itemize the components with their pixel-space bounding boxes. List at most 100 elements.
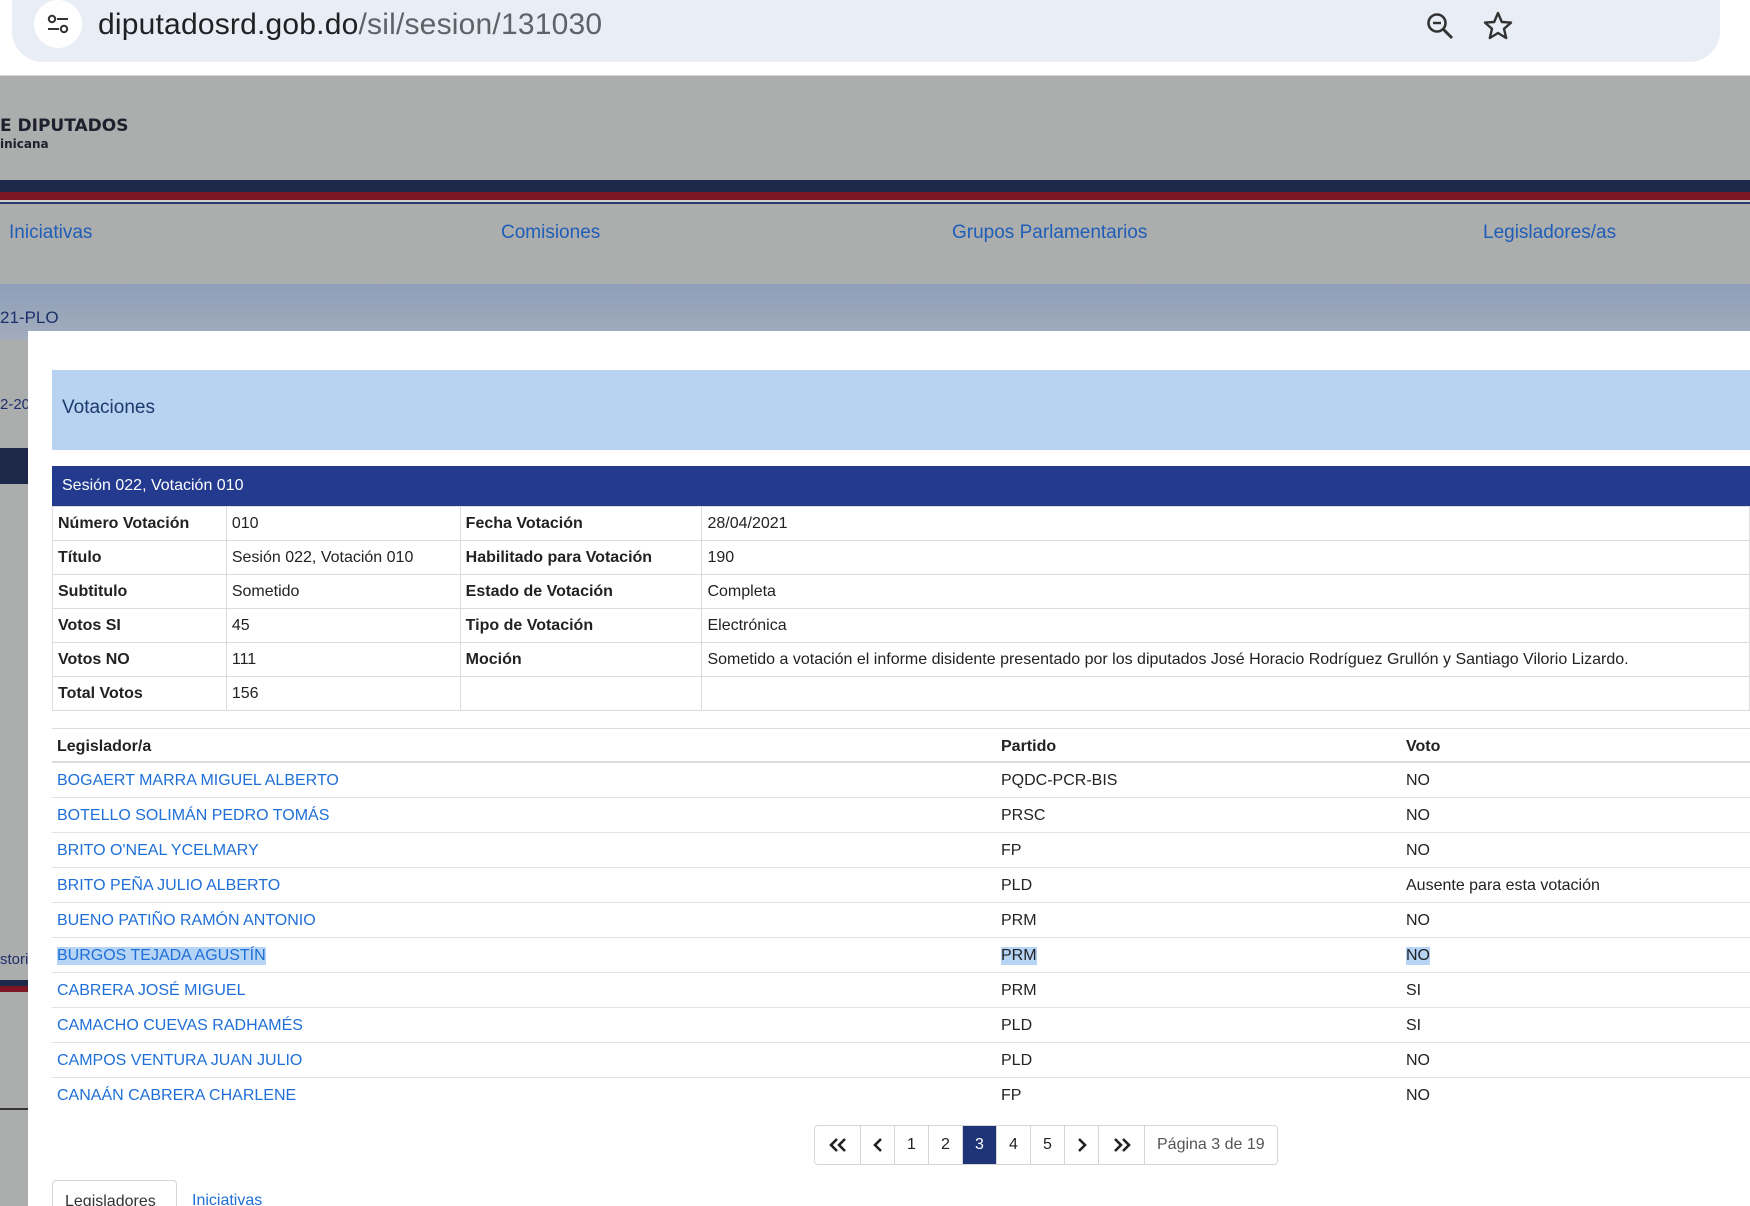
info-empty-cell xyxy=(701,676,1750,711)
info-label: Votos NO xyxy=(52,642,227,677)
party-cell: PRM xyxy=(1001,947,1037,965)
pagination: 1 2 3 4 5 Página 3 de 19 xyxy=(814,1125,1278,1165)
double-chevron-left-icon[interactable] xyxy=(815,1126,861,1164)
party-cell: PLD xyxy=(1001,1017,1033,1034)
info-value: Electrónica xyxy=(701,608,1750,643)
main-nav: Iniciativas Comisiones Grupos Parlamenta… xyxy=(0,204,1750,264)
info-label: Estado de Votación xyxy=(459,574,703,609)
legislator-link[interactable]: CANAÁN CABRERA CHARLENE xyxy=(57,1087,296,1105)
table-row: CABRERA JOSÉ MIGUEL PRM SI xyxy=(52,973,1750,1008)
page-button-1[interactable]: 1 xyxy=(895,1126,929,1164)
vote-cell: NO xyxy=(1406,842,1430,859)
info-empty-cell xyxy=(459,676,703,711)
page-info: Página 3 de 19 xyxy=(1145,1126,1277,1164)
party-cell: FP xyxy=(1001,842,1022,859)
page-button-4[interactable]: 4 xyxy=(997,1126,1031,1164)
vote-cell: NO xyxy=(1406,1087,1430,1104)
info-value: 190 xyxy=(701,540,1750,575)
site-logo[interactable]: E DIPUTADOS inicana xyxy=(0,117,128,153)
legislator-link[interactable]: CABRERA JOSÉ MIGUEL xyxy=(57,982,246,1000)
page-button-current[interactable]: 3 xyxy=(963,1126,997,1164)
info-row: Votos SI 45 Tipo de Votación Electrónica xyxy=(52,608,1750,643)
nav-item-iniciativas[interactable]: Iniciativas xyxy=(9,222,92,244)
legislator-link[interactable]: BRITO PEÑA JULIO ALBERTO xyxy=(57,877,280,895)
url-text[interactable]: diputadosrd.gob.do/sil/sesion/131030 xyxy=(98,8,602,42)
header-legislator: Legislador/a xyxy=(57,738,152,755)
table-row: CANAÁN CABRERA CHARLENE FP NO xyxy=(52,1078,1750,1113)
info-value: Sometido a votación el informe disidente… xyxy=(701,642,1750,677)
party-cell: PRM xyxy=(1001,912,1037,929)
header-stripe-navy xyxy=(0,180,1750,192)
info-row: Título Sesión 022, Votación 010 Habilita… xyxy=(52,540,1750,575)
legislator-link[interactable]: BUENO PATIÑO RAMÓN ANTONIO xyxy=(57,912,316,930)
info-row: Número Votación 010 Fecha Votación 28/04… xyxy=(52,506,1750,541)
legislator-link[interactable]: BRITO O'NEAL YCELMARY xyxy=(57,842,259,860)
vote-cell: NO xyxy=(1406,772,1430,789)
tune-icon[interactable] xyxy=(34,0,82,48)
party-cell: FP xyxy=(1001,1087,1022,1104)
info-label: Votos SI xyxy=(52,608,227,643)
double-chevron-right-icon[interactable] xyxy=(1099,1126,1145,1164)
info-value: 111 xyxy=(225,642,461,677)
vote-cell: SI xyxy=(1406,1017,1422,1034)
votes-section-header: Votaciones xyxy=(52,370,1750,450)
bg-fragment-bar xyxy=(0,448,28,484)
page-button-5[interactable]: 5 xyxy=(1031,1126,1065,1164)
party-cell: PRSC xyxy=(1001,807,1046,824)
info-value: Sometido xyxy=(225,574,461,609)
header-stripe-red xyxy=(0,192,1750,200)
tab-legisladores[interactable]: Legisladores xyxy=(52,1180,177,1206)
info-value: 45 xyxy=(225,608,461,643)
party-cell: PRM xyxy=(1001,982,1037,999)
table-row: BRITO O'NEAL YCELMARY FP NO xyxy=(52,833,1750,868)
legislator-link[interactable]: BOGAERT MARRA MIGUEL ALBERTO xyxy=(57,772,339,790)
zoom-icon[interactable] xyxy=(1420,6,1460,46)
header-vote: Voto xyxy=(1406,738,1441,755)
nav-item-grupos-parlamentarios[interactable]: Grupos Parlamentarios xyxy=(952,222,1147,244)
legislators-table: Legislador/a Partido Voto BOGAERT MARRA … xyxy=(52,728,1750,1113)
bg-fragment-line xyxy=(0,1108,28,1110)
address-bar[interactable]: diputadosrd.gob.do/sil/sesion/131030 xyxy=(12,0,1720,62)
logo-line2: inicana xyxy=(0,137,49,151)
legislator-link[interactable]: BOTELLO SOLIMÁN PEDRO TOMÁS xyxy=(57,807,329,825)
info-label: Número Votación xyxy=(52,506,227,541)
bg-fragment-date: 2-20 xyxy=(0,396,31,413)
legislator-link[interactable]: CAMPOS VENTURA JUAN JULIO xyxy=(57,1052,302,1070)
legislator-link[interactable]: CAMACHO CUEVAS RADHAMÉS xyxy=(57,1017,303,1035)
page-button-2[interactable]: 2 xyxy=(929,1126,963,1164)
bg-fragment-stripe-red xyxy=(0,986,28,992)
chevron-right-icon[interactable] xyxy=(1065,1126,1099,1164)
vote-cell: NO xyxy=(1406,807,1430,824)
logo-line1: E DIPUTADOS xyxy=(0,116,129,136)
party-cell: PQDC-PCR-BIS xyxy=(1001,772,1118,789)
vote-cell: NO xyxy=(1406,1052,1430,1069)
party-cell: PLD xyxy=(1001,1052,1033,1069)
star-icon[interactable] xyxy=(1478,6,1518,46)
tab-iniciativas[interactable]: Iniciativas xyxy=(180,1180,274,1206)
table-row: BOTELLO SOLIMÁN PEDRO TOMÁS PRSC NO xyxy=(52,798,1750,833)
table-row: BUENO PATIÑO RAMÓN ANTONIO PRM NO xyxy=(52,903,1750,938)
bg-fragment-title: 21-PLO xyxy=(0,308,59,327)
table-row: CAMPOS VENTURA JUAN JULIO PLD NO xyxy=(52,1043,1750,1078)
chevron-left-icon[interactable] xyxy=(861,1126,895,1164)
section-title: Votaciones xyxy=(62,397,155,418)
info-label: Habilitado para Votación xyxy=(459,540,703,575)
vote-info-table: Número Votación 010 Fecha Votación 28/04… xyxy=(52,506,1750,711)
nav-item-comisiones[interactable]: Comisiones xyxy=(501,222,600,244)
info-value: 156 xyxy=(225,676,461,711)
vote-cell: SI xyxy=(1406,982,1422,999)
table-header: Legislador/a Partido Voto xyxy=(52,728,1750,763)
table-row-selected: BURGOS TEJADA AGUSTÍN PRM NO xyxy=(52,938,1750,973)
table-row: CAMACHO CUEVAS RADHAMÉS PLD SI xyxy=(52,1008,1750,1043)
info-row: Total Votos 156 xyxy=(52,676,1750,711)
info-value: 010 xyxy=(225,506,461,541)
legislator-link[interactable]: BURGOS TEJADA AGUSTÍN xyxy=(57,947,266,965)
info-value: Completa xyxy=(701,574,1750,609)
info-label: Total Votos xyxy=(52,676,227,711)
nav-item-legisladores[interactable]: Legisladores/as xyxy=(1483,222,1616,244)
header-party: Partido xyxy=(1001,738,1057,755)
browser-toolbar: diputadosrd.gob.do/sil/sesion/131030 xyxy=(0,0,1750,76)
info-label: Subtitulo xyxy=(52,574,227,609)
vote-cell: NO xyxy=(1406,912,1430,929)
table-row: BRITO PEÑA JULIO ALBERTO PLD Ausente par… xyxy=(52,868,1750,903)
